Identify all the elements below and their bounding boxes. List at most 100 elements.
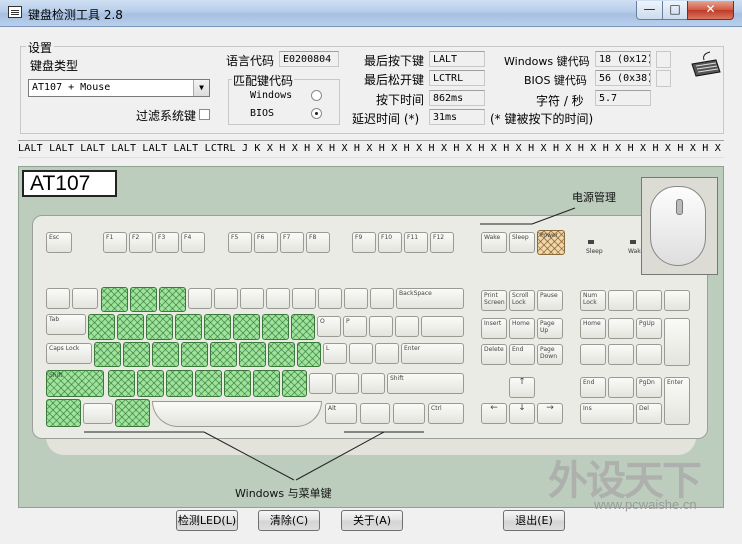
key-num-5[interactable] (608, 344, 634, 365)
key-num-multiply[interactable] (636, 290, 662, 311)
maximize-button[interactable]: □ (662, 1, 688, 20)
key-lwin[interactable] (83, 403, 113, 424)
key-7[interactable] (240, 288, 264, 309)
key-period[interactable] (335, 373, 359, 394)
key-rctrl[interactable]: Ctrl (428, 403, 464, 424)
key-f3[interactable]: F3 (155, 232, 179, 253)
key-3-hit[interactable] (130, 287, 157, 312)
key-8[interactable] (266, 288, 290, 309)
key-f8[interactable]: F8 (306, 232, 330, 253)
key-num-decimal[interactable]: Del (636, 403, 662, 424)
key-d-hit[interactable] (152, 342, 179, 367)
key-f1[interactable]: F1 (103, 232, 127, 253)
key-p[interactable]: P (343, 316, 367, 337)
key-backspace[interactable]: BackSpace (396, 288, 464, 309)
minimize-button[interactable]: — (636, 1, 663, 20)
key-num-divide[interactable] (608, 290, 634, 311)
key-h-hit[interactable] (239, 342, 266, 367)
detect-led-button[interactable]: 检测LED(L) (176, 510, 238, 531)
key-n-hit[interactable] (253, 370, 280, 397)
key-insert[interactable]: Insert (481, 318, 507, 339)
key-l[interactable]: L (323, 343, 347, 364)
key-num-1[interactable]: End (580, 377, 606, 398)
key-end[interactable]: End (509, 344, 535, 365)
key-0[interactable] (318, 288, 342, 309)
key-home[interactable]: Home (509, 318, 535, 339)
key-arrow-down[interactable]: ↓ (509, 403, 535, 424)
key-rbracket[interactable] (395, 316, 419, 337)
mouse-wheel[interactable] (676, 199, 683, 215)
key-quote[interactable] (375, 343, 399, 364)
key-5[interactable] (188, 288, 212, 309)
key-lalt-hit[interactable] (115, 399, 150, 427)
key-f2[interactable]: F2 (129, 232, 153, 253)
key-w-hit[interactable] (117, 314, 144, 340)
key-t-hit[interactable] (204, 314, 231, 340)
key-u-hit[interactable] (262, 314, 289, 340)
key-k-hit[interactable] (297, 342, 321, 367)
key-enter[interactable]: Enter (401, 343, 464, 364)
key-f6[interactable]: F6 (254, 232, 278, 253)
key-f12[interactable]: F12 (430, 232, 454, 253)
key-page-down[interactable]: Page Down (537, 344, 563, 365)
key-space[interactable] (152, 401, 322, 427)
key-arrow-left[interactable]: ← (481, 403, 507, 424)
key-num-2[interactable] (608, 377, 634, 398)
key-slash[interactable] (361, 373, 385, 394)
key-f5[interactable]: F5 (228, 232, 252, 253)
key-num-8[interactable] (608, 318, 634, 339)
exit-button[interactable]: 退出(E) (503, 510, 565, 531)
key-num-0[interactable]: Ins (580, 403, 634, 424)
key-x-hit[interactable] (137, 370, 164, 397)
key-f4[interactable]: F4 (181, 232, 205, 253)
key-f10[interactable]: F10 (378, 232, 402, 253)
key-f11[interactable]: F11 (404, 232, 428, 253)
key-lshift-hit[interactable]: Shift (46, 370, 104, 397)
filter-system-keys-checkbox[interactable] (199, 109, 210, 120)
close-button[interactable]: ✕ (687, 1, 734, 20)
key-arrow-right[interactable]: → (537, 403, 563, 424)
keyboard-type-select[interactable]: AT107 + Mouse ▼ (28, 79, 210, 97)
mouse-icon[interactable] (650, 186, 706, 266)
match-windows-radio[interactable] (311, 90, 322, 101)
key-g-hit[interactable] (210, 342, 237, 367)
key-o[interactable]: O (317, 316, 341, 337)
key-s-hit[interactable] (123, 342, 150, 367)
key-num-3[interactable]: PgDn (636, 377, 662, 398)
key-tab[interactable]: Tab (46, 314, 86, 335)
key-print-screen[interactable]: Print Screen (481, 290, 507, 311)
key-2-hit[interactable] (101, 287, 128, 312)
key-lbracket[interactable] (369, 316, 393, 337)
key-r-hit[interactable] (175, 314, 202, 340)
key-rwin[interactable] (360, 403, 390, 424)
key-v-hit[interactable] (195, 370, 222, 397)
key-delete[interactable]: Delete (481, 344, 507, 365)
key-equals[interactable] (370, 288, 394, 309)
key-minus[interactable] (344, 288, 368, 309)
match-bios-radio[interactable] (311, 108, 322, 119)
key-semicolon[interactable] (349, 343, 373, 364)
key-num-6[interactable] (636, 344, 662, 365)
key-i-hit[interactable] (291, 314, 315, 340)
key-f7[interactable]: F7 (280, 232, 304, 253)
key-6[interactable] (214, 288, 238, 309)
key-num-4[interactable] (580, 344, 606, 365)
key-a-hit[interactable] (94, 342, 121, 367)
key-comma[interactable] (309, 373, 333, 394)
about-button[interactable]: 关于(A) (341, 510, 403, 531)
key-q-hit[interactable] (88, 314, 115, 340)
clear-button[interactable]: 清除(C) (258, 510, 320, 531)
key-9[interactable] (292, 288, 316, 309)
key-backslash[interactable] (421, 316, 464, 337)
keyboard-app-icon[interactable] (8, 6, 22, 18)
key-backquote[interactable] (46, 288, 70, 309)
key-z-hit[interactable] (108, 370, 135, 397)
key-lctrl-hit[interactable] (46, 399, 81, 427)
key-esc[interactable]: Esc (46, 232, 72, 253)
key-j-hit[interactable] (268, 342, 295, 367)
key-pause[interactable]: Pause (537, 290, 563, 311)
key-4-hit[interactable] (159, 287, 186, 312)
key-b-hit[interactable] (224, 370, 251, 397)
key-arrow-up[interactable]: ↑ (509, 377, 535, 398)
key-capslock[interactable]: Caps Lock (46, 343, 92, 364)
